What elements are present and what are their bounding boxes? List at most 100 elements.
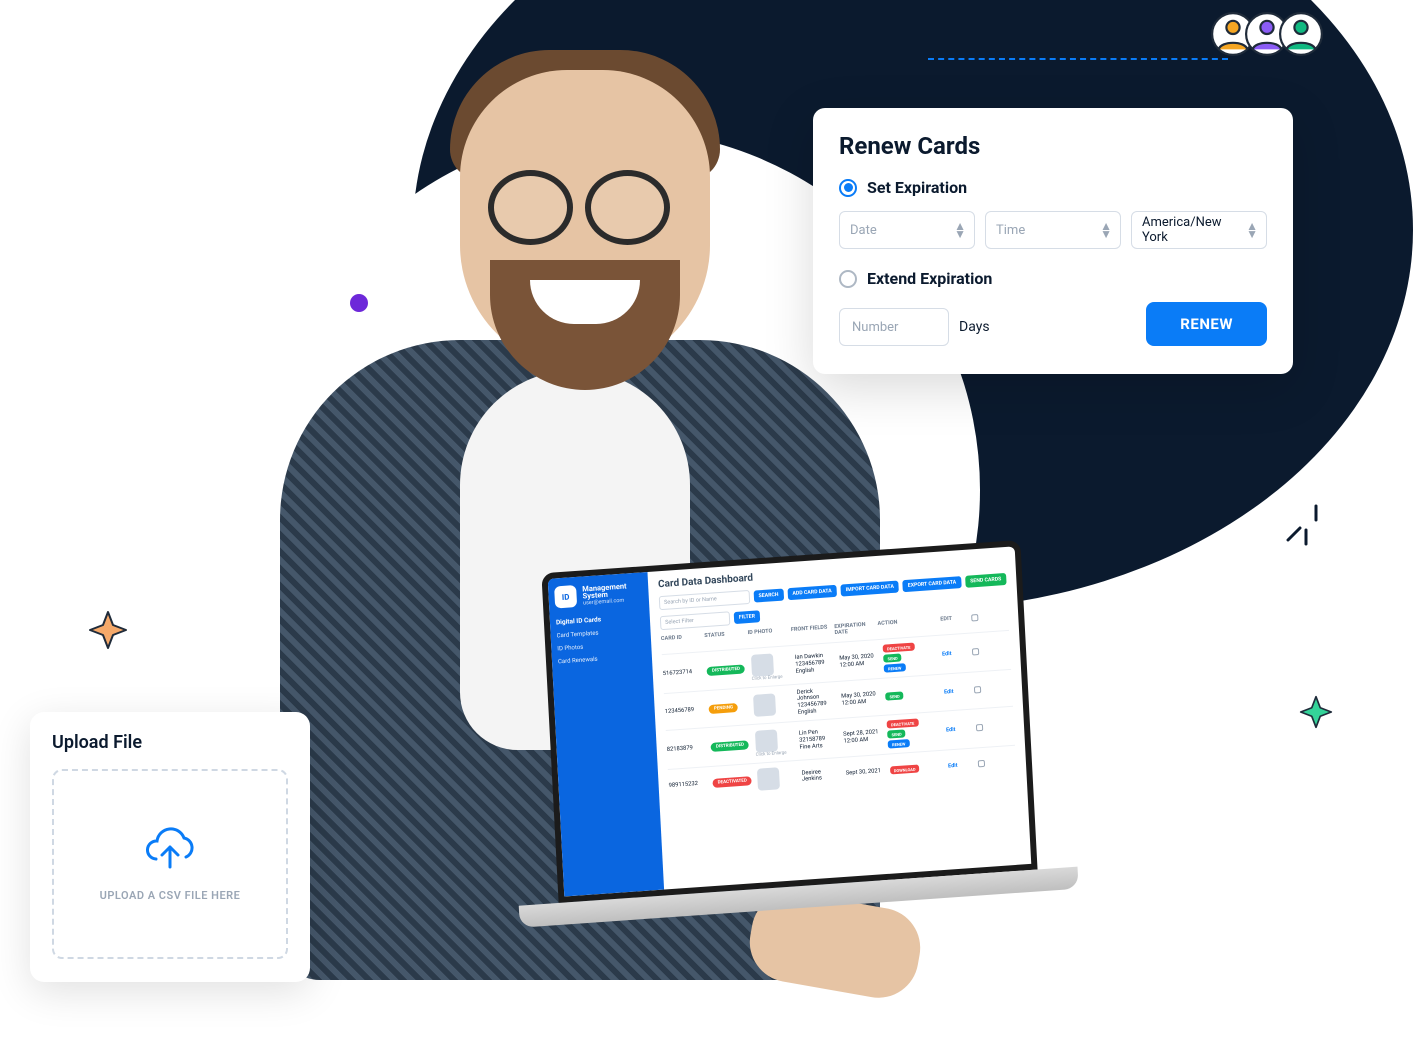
- edit-link[interactable]: Edit: [944, 689, 954, 696]
- status-badge: DEACTIVATED: [712, 776, 752, 788]
- add-card-button[interactable]: ADD CARD DATA: [787, 585, 837, 600]
- th-edit: EDIT: [927, 615, 965, 630]
- upload-file-card: Upload File UPLOAD A CSV FILE HERE: [30, 712, 310, 982]
- dashboard-title: Card Data Dashboard: [658, 573, 753, 591]
- action-send[interactable]: SEND: [885, 691, 904, 700]
- action-deactivate[interactable]: DEACTIVATE: [883, 643, 915, 653]
- cell-actions: DEACTIVATESENDRENEW: [883, 642, 923, 673]
- cell-edit: Edit: [928, 650, 966, 659]
- cell-front-fields: Desiree Jenkins: [801, 768, 840, 783]
- th-status: STATUS: [704, 631, 742, 646]
- action-deactivate[interactable]: DEACTIVATE: [887, 718, 919, 728]
- timezone-value: America/New York: [1142, 215, 1246, 245]
- number-placeholder: Number: [852, 320, 898, 335]
- renew-title: Renew Cards: [839, 132, 1267, 160]
- export-card-button[interactable]: EXPORT CARD DATA: [903, 576, 962, 592]
- cell-card-id: 989115232: [669, 780, 707, 789]
- cell-actions: DOWNLOAD: [890, 764, 928, 775]
- cloud-upload-icon: [142, 827, 198, 873]
- search-button[interactable]: SEARCH: [753, 589, 784, 603]
- laptop-screen: ID Management System user@email.com Digi…: [541, 540, 1037, 903]
- cell-actions: SEND: [885, 690, 924, 701]
- cell-status: DEACTIVATED: [712, 776, 752, 788]
- cell-card-id: 82183879: [667, 744, 705, 753]
- accent-lines-icon: [1278, 500, 1328, 554]
- people-icons-cluster: [1221, 12, 1323, 56]
- time-select[interactable]: Time ▲▼: [985, 211, 1121, 249]
- sidebar-nav-item[interactable]: ID Photos: [557, 639, 645, 652]
- import-card-button[interactable]: IMPORT CARD DATA: [840, 580, 899, 596]
- status-badge: PENDING: [709, 702, 738, 713]
- th-select: [971, 612, 1009, 627]
- cell-expiration: May 30, 202012:00 AM: [841, 691, 880, 707]
- action-send[interactable]: SEND: [883, 653, 902, 662]
- checkbox-icon[interactable]: [976, 723, 983, 730]
- edit-link[interactable]: Edit: [948, 763, 958, 770]
- action-download[interactable]: DOWNLOAD: [890, 764, 920, 774]
- stepper-icon: ▲▼: [954, 222, 964, 238]
- checkbox-icon[interactable]: [971, 614, 978, 621]
- stepper-icon: ▲▼: [1246, 222, 1256, 238]
- cell-expiration: May 30, 202012:00 AM: [839, 653, 878, 669]
- th-photo: ID PHOTO: [747, 628, 785, 643]
- cell-edit: Edit: [930, 688, 968, 697]
- cell-edit: Edit: [932, 726, 970, 735]
- cell-select: [972, 645, 1011, 657]
- status-badge: DISTRIBUTED: [711, 740, 749, 752]
- upload-dropzone[interactable]: UPLOAD A CSV FILE HERE: [52, 769, 288, 959]
- date-select[interactable]: Date ▲▼: [839, 211, 975, 249]
- cell-card-id: 516723714: [663, 668, 701, 677]
- avatar: [754, 729, 777, 753]
- radio-on-icon[interactable]: [839, 179, 857, 197]
- action-send[interactable]: SEND: [887, 729, 906, 738]
- sidebar-nav-item[interactable]: Card Renewals: [558, 652, 646, 665]
- avatar: [750, 653, 773, 677]
- cell-expiration: Sept 28, 202112:00 AM: [843, 729, 882, 745]
- search-input[interactable]: Search by ID or Name: [659, 590, 750, 610]
- renew-button[interactable]: RENEW: [1146, 302, 1267, 346]
- edit-link[interactable]: Edit: [942, 651, 952, 658]
- dashboard-sidebar: ID Management System user@email.com Digi…: [548, 572, 664, 897]
- cell-status: DISTRIBUTED: [707, 664, 746, 676]
- action-renew[interactable]: RENEW: [888, 739, 910, 748]
- cell-select: [978, 757, 1016, 769]
- checkbox-icon[interactable]: [974, 685, 981, 692]
- upload-drop-label: UPLOAD A CSV FILE HERE: [100, 889, 241, 902]
- radio-off-icon[interactable]: [839, 270, 857, 288]
- timezone-select[interactable]: America/New York ▲▼: [1131, 211, 1267, 249]
- cell-photo: Click to Enlarge: [754, 728, 794, 758]
- sidebar-nav-item[interactable]: Card Templates: [556, 626, 644, 639]
- brand-block: ID Management System user@email.com: [554, 580, 643, 608]
- filter-select[interactable]: Select Filter: [660, 611, 731, 630]
- set-expiration-label: Set Expiration: [867, 178, 967, 197]
- send-cards-button[interactable]: SEND CARDS: [965, 573, 1007, 588]
- time-placeholder: Time: [996, 223, 1025, 238]
- date-placeholder: Date: [850, 223, 877, 238]
- status-badge: DISTRIBUTED: [707, 664, 745, 676]
- action-renew[interactable]: RENEW: [884, 663, 906, 672]
- cell-front-fields: Ian Dawkin123456789English: [795, 652, 834, 675]
- extend-expiration-option[interactable]: Extend Expiration: [839, 269, 1267, 288]
- set-expiration-option[interactable]: Set Expiration: [839, 178, 1267, 197]
- edit-link[interactable]: Edit: [946, 727, 956, 734]
- days-label: Days: [959, 319, 990, 335]
- checkbox-icon[interactable]: [972, 648, 979, 655]
- sparkle-icon: [88, 610, 128, 654]
- cell-photo: [753, 692, 792, 717]
- sparkle-icon: [1299, 695, 1333, 733]
- cell-status: DISTRIBUTED: [711, 740, 750, 752]
- search-placeholder: Search by ID or Name: [664, 596, 717, 606]
- cell-front-fields: Derick Johnson123456789English: [797, 687, 837, 716]
- cell-front-fields: Lin Pen32158789Fine Arts: [799, 728, 838, 751]
- cell-select: [974, 683, 1013, 695]
- number-input[interactable]: Number: [839, 308, 949, 346]
- filter-button[interactable]: FILTER: [734, 610, 761, 624]
- stepper-icon: ▲▼: [1100, 222, 1110, 238]
- dashboard-main: Card Data Dashboard Search by ID or Name…: [647, 546, 1031, 889]
- cell-photo: Click to Enlarge: [750, 652, 790, 682]
- checkbox-icon[interactable]: [978, 759, 985, 766]
- cell-status: PENDING: [709, 702, 748, 714]
- avatar: [757, 767, 780, 791]
- sidebar-nav-title[interactable]: Digital ID Cards: [556, 612, 644, 626]
- th-exp: EXPIRATION DATE: [834, 621, 872, 636]
